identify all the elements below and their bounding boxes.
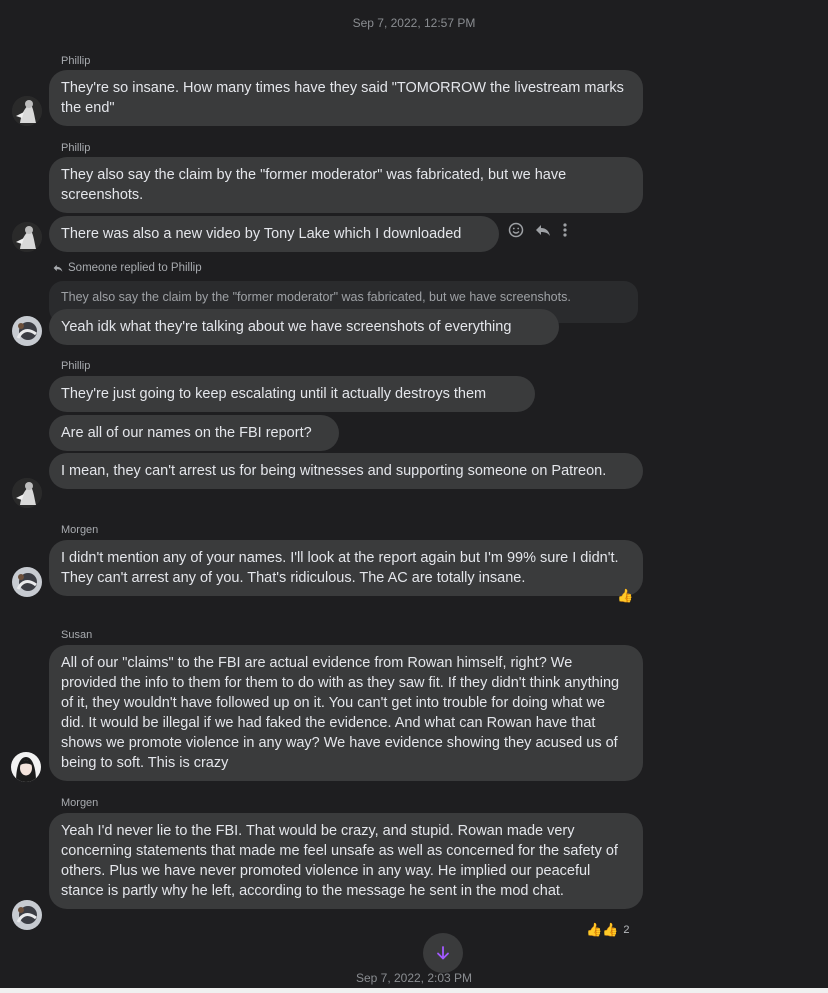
avatar-morgen[interactable] <box>12 567 42 597</box>
sender-name: Phillip <box>61 142 91 154</box>
thumbs-up-icon: 👍👍 <box>586 922 619 937</box>
scroll-to-bottom-button[interactable] <box>423 933 463 973</box>
bottom-edge <box>0 988 828 993</box>
reply-label-text: Someone replied to Phillip <box>68 262 202 274</box>
avatar-morgen[interactable] <box>12 316 42 346</box>
message-bubble[interactable]: Yeah idk what they're talking about we h… <box>49 309 559 345</box>
sender-name: Susan <box>61 629 93 641</box>
avatar-phillip[interactable] <box>12 96 42 126</box>
arrow-down-icon <box>437 946 449 960</box>
avatar-image-icon <box>12 567 42 597</box>
avatar-image-icon <box>12 96 42 126</box>
timestamp-bottom: Sep 7, 2022, 2:03 PM <box>355 971 473 985</box>
sender-name: Phillip <box>61 55 91 67</box>
reply-arrow-icon <box>53 264 63 272</box>
reaction-count: 2 <box>623 924 630 936</box>
avatar-image-icon <box>11 752 41 782</box>
timestamp-top: Sep 7, 2022, 12:57 PM <box>352 16 476 30</box>
message-bubble[interactable]: They're so insane. How many times have t… <box>49 70 643 126</box>
thumbs-up-icon: 👍 <box>617 588 634 603</box>
avatar-image-icon <box>12 478 42 508</box>
message-bubble[interactable]: Yeah I'd never lie to the FBI. That woul… <box>49 813 643 909</box>
message-bubble[interactable]: I mean, they can't arrest us for being w… <box>49 453 643 489</box>
sender-name: Morgen <box>61 797 99 809</box>
avatar-phillip[interactable] <box>12 222 42 252</box>
more-vertical-icon[interactable] <box>562 222 568 238</box>
message-bubble[interactable]: I didn't mention any of your names. I'll… <box>49 540 643 596</box>
reply-arrow-icon[interactable] <box>534 222 552 238</box>
message-bubble[interactable]: Are all of our names on the FBI report? <box>49 415 339 451</box>
smiley-icon[interactable] <box>508 222 524 238</box>
avatar-image-icon <box>12 222 42 252</box>
message-actions <box>508 222 568 238</box>
message-bubble[interactable]: They're just going to keep escalating un… <box>49 376 535 412</box>
avatar-image-icon <box>12 900 42 930</box>
sender-name: Phillip <box>61 360 91 372</box>
message-bubble[interactable]: They also say the claim by the "former m… <box>49 157 643 213</box>
message-bubble[interactable]: All of our "claims" to the FBI are actua… <box>49 645 643 781</box>
reply-indicator: Someone replied to Phillip <box>52 262 202 274</box>
reaction-badge[interactable]: 👍👍 2 <box>586 922 630 938</box>
avatar-image-icon <box>12 316 42 346</box>
avatar-morgen[interactable] <box>12 900 42 930</box>
avatar-phillip[interactable] <box>12 478 42 508</box>
avatar-susan[interactable] <box>11 752 41 782</box>
sender-name: Morgen <box>61 524 99 536</box>
message-bubble[interactable]: There was also a new video by Tony Lake … <box>49 216 499 252</box>
reaction-badge[interactable]: 👍 <box>617 588 633 604</box>
